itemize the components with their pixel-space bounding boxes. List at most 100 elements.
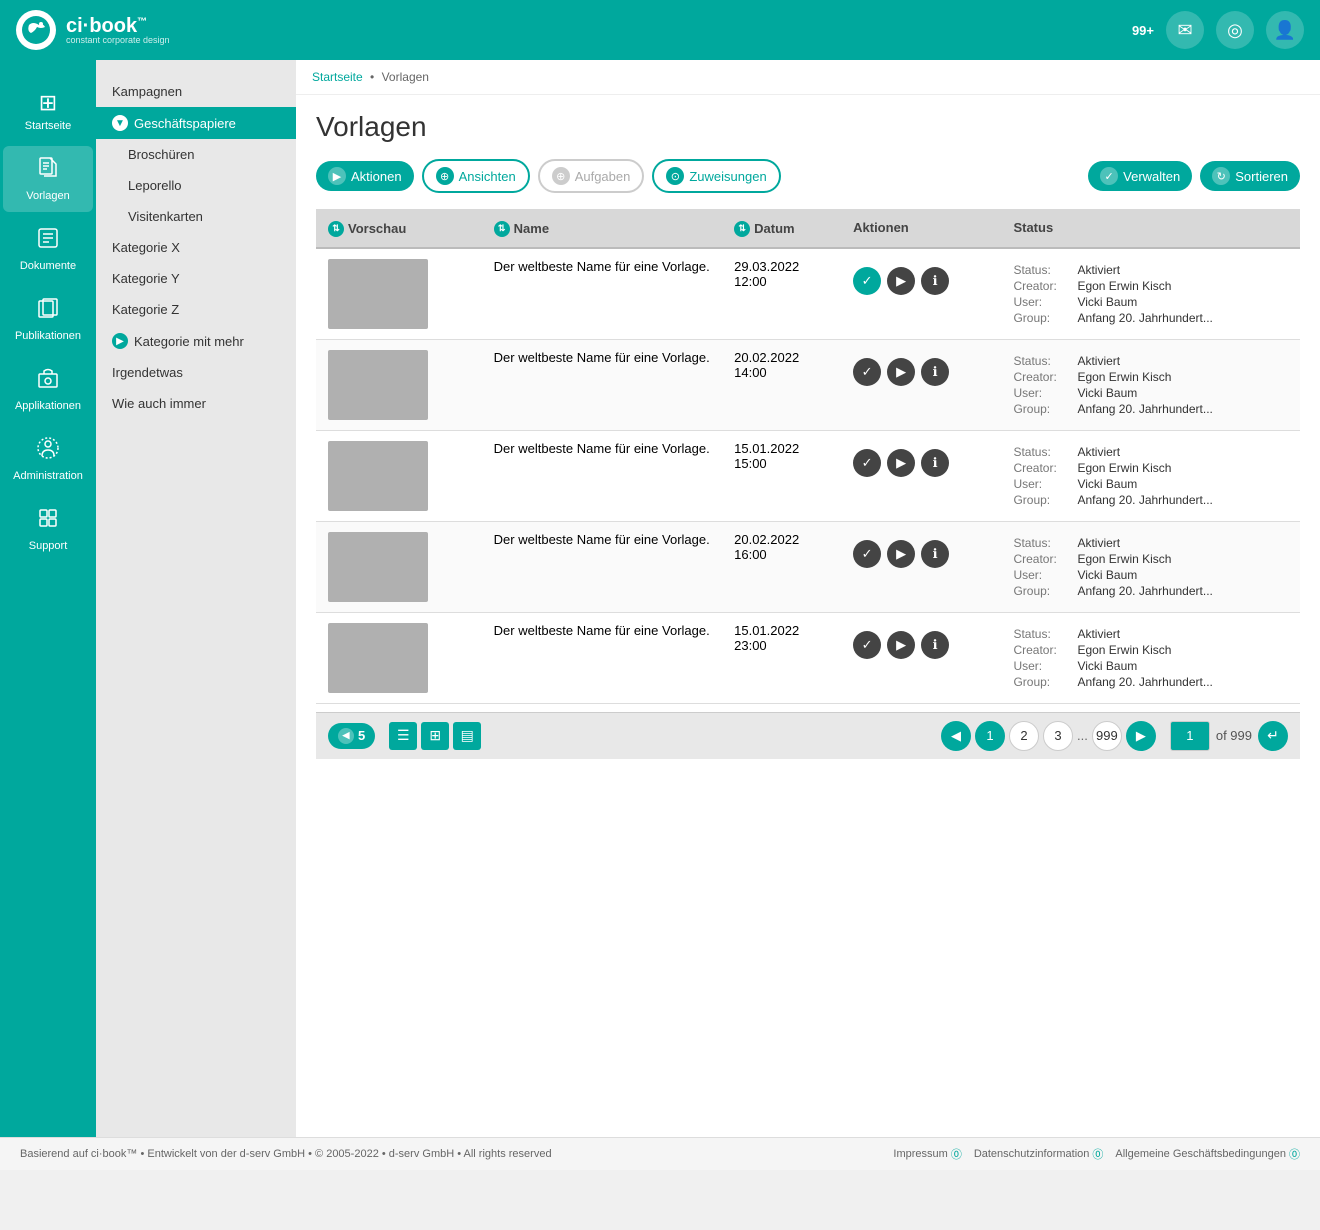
preview-thumbnail[interactable] [328, 441, 428, 511]
action-play-icon[interactable]: ▶ [887, 631, 915, 659]
impressum-label: Impressum [893, 1148, 947, 1160]
zuweisungen-icon: ⊙ [666, 167, 684, 185]
user-profile-icon[interactable]: 👤 [1266, 11, 1304, 49]
action-check-icon[interactable]: ✓ [853, 631, 881, 659]
preview-thumbnail[interactable] [328, 623, 428, 693]
group-value: Anfang 20. Jahrhundert... [1077, 584, 1288, 598]
agb-link[interactable]: Allgemeine Geschäftsbedingungen ⓪ [1115, 1146, 1300, 1162]
action-check-icon[interactable]: ✓ [853, 267, 881, 295]
creator-key: Creator: [1013, 552, 1073, 566]
col-datum[interactable]: ⇅ Datum [722, 209, 841, 248]
group-key: Group: [1013, 675, 1073, 689]
nav-kategorie-x[interactable]: Kategorie X [96, 232, 296, 263]
sidebar-item-applikationen[interactable]: Applikationen [3, 356, 93, 422]
kampagnen-label: Kampagnen [112, 84, 182, 99]
sidebar-item-dokumente[interactable]: Dokumente [3, 216, 93, 282]
verwalten-button[interactable]: ✓ Verwalten [1088, 161, 1192, 191]
action-check-icon[interactable]: ✓ [853, 358, 881, 386]
user-key: User: [1013, 659, 1073, 673]
status-cell: Status: Aktiviert Creator: Egon Erwin Ki… [1001, 430, 1300, 521]
action-check-icon[interactable]: ✓ [853, 449, 881, 477]
impressum-icon: ⓪ [951, 1146, 962, 1162]
nav-kampagnen[interactable]: Kampagnen [96, 76, 296, 107]
sidebar-item-vorlagen[interactable]: Vorlagen [3, 146, 93, 212]
page-title: Vorlagen [316, 111, 1300, 143]
page-number-input[interactable] [1170, 721, 1210, 751]
sidebar-label-startseite: Startseite [25, 120, 71, 132]
nav-kategorie-y[interactable]: Kategorie Y [96, 263, 296, 294]
col-vorschau[interactable]: ⇅ Vorschau [316, 209, 482, 248]
preview-thumbnail[interactable] [328, 350, 428, 420]
action-info-icon[interactable]: ℹ [921, 358, 949, 386]
preview-cell [316, 430, 482, 521]
messages-icon[interactable]: ✉ [1166, 11, 1204, 49]
action-play-icon[interactable]: ▶ [887, 540, 915, 568]
table-row: Der weltbeste Name für eine Vorlage.20.0… [316, 521, 1300, 612]
breadcrumb-home[interactable]: Startseite [312, 70, 363, 84]
page-navigation: ◀ 1 2 3 ... 999 ▶ [941, 721, 1156, 751]
creator-key: Creator: [1013, 279, 1073, 293]
status-key: Status: [1013, 263, 1073, 277]
aufgaben-button[interactable]: ⊕ Aufgaben [538, 159, 645, 193]
vorlagen-icon [36, 156, 60, 186]
page-2-button[interactable]: 2 [1009, 721, 1039, 751]
action-info-icon[interactable]: ℹ [921, 631, 949, 659]
ansichten-icon: ⊕ [436, 167, 454, 185]
nav-kategorie-z[interactable]: Kategorie Z [96, 294, 296, 325]
status-value: Aktiviert [1077, 536, 1288, 550]
user-key: User: [1013, 568, 1073, 582]
nav-irgendetwas[interactable]: Irgendetwas [96, 357, 296, 388]
nav-broschueren[interactable]: Broschüren [96, 139, 296, 170]
col-aktionen: Aktionen [841, 209, 1001, 248]
compact-view-icon[interactable]: ▤ [453, 722, 481, 750]
action-info-icon[interactable]: ℹ [921, 540, 949, 568]
grid-view-icon[interactable]: ⊞ [421, 722, 449, 750]
aufgaben-icon: ⊕ [552, 167, 570, 185]
sidebar-item-startseite[interactable]: ⊞ Startseite [3, 80, 93, 142]
sidebar-item-publikationen[interactable]: Publikationen [3, 286, 93, 352]
datenschutz-link[interactable]: Datenschutzinformation ⓪ [974, 1146, 1104, 1162]
list-view-icon[interactable]: ☰ [389, 722, 417, 750]
action-play-icon[interactable]: ▶ [887, 449, 915, 477]
zuweisungen-button[interactable]: ⊙ Zuweisungen [652, 159, 780, 193]
template-name: Der weltbeste Name für eine Vorlage. [494, 441, 710, 456]
go-to-page-button[interactable]: ↵ [1258, 721, 1288, 751]
nav-geschaeftspapiere[interactable]: ▼ Geschäftspapiere [96, 107, 296, 139]
template-date: 20.02.202214:00 [734, 350, 799, 380]
next-page-button[interactable]: ▶ [1126, 721, 1156, 751]
nav-kategorie-mehr[interactable]: ▶ Kategorie mit mehr [96, 325, 296, 357]
page-1-button[interactable]: 1 [975, 721, 1005, 751]
sidebar-item-support[interactable]: Support [3, 496, 93, 562]
action-play-icon[interactable]: ▶ [887, 358, 915, 386]
startseite-icon: ⊞ [39, 90, 57, 116]
sortieren-button[interactable]: ↻ Sortieren [1200, 161, 1300, 191]
aktionen-label: Aktionen [351, 169, 402, 184]
nav-visitenkarten[interactable]: Visitenkarten [96, 201, 296, 232]
preview-thumbnail[interactable] [328, 532, 428, 602]
impressum-link[interactable]: Impressum ⓪ [893, 1146, 961, 1162]
prev-page-button[interactable]: ◀ [941, 721, 971, 751]
per-page-button[interactable]: ◀ 5 [328, 723, 375, 749]
name-cell: Der weltbeste Name für eine Vorlage. [482, 339, 722, 430]
page-3-button[interactable]: 3 [1043, 721, 1073, 751]
ansichten-button[interactable]: ⊕ Ansichten [422, 159, 530, 193]
datenschutz-label: Datenschutzinformation [974, 1148, 1090, 1160]
aktionen-button[interactable]: ▶ Aktionen [316, 161, 414, 191]
preview-cell [316, 339, 482, 430]
action-info-icon[interactable]: ℹ [921, 267, 949, 295]
nav-wie-auch-immer[interactable]: Wie auch immer [96, 388, 296, 419]
logo-bird-icon [16, 10, 56, 50]
kategorie-mehr-label: Kategorie mit mehr [134, 334, 244, 349]
action-check-icon[interactable]: ✓ [853, 540, 881, 568]
sidebar-item-administration[interactable]: Administration [3, 426, 93, 492]
template-name: Der weltbeste Name für eine Vorlage. [494, 259, 710, 274]
action-play-icon[interactable]: ▶ [887, 267, 915, 295]
preview-thumbnail[interactable] [328, 259, 428, 329]
action-info-icon[interactable]: ℹ [921, 449, 949, 477]
nav-leporello[interactable]: Leporello [96, 170, 296, 201]
col-name[interactable]: ⇅ Name [482, 209, 722, 248]
user-key: User: [1013, 477, 1073, 491]
compass-icon[interactable]: ◎ [1216, 11, 1254, 49]
page-last-button[interactable]: 999 [1092, 721, 1122, 751]
name-cell: Der weltbeste Name für eine Vorlage. [482, 521, 722, 612]
